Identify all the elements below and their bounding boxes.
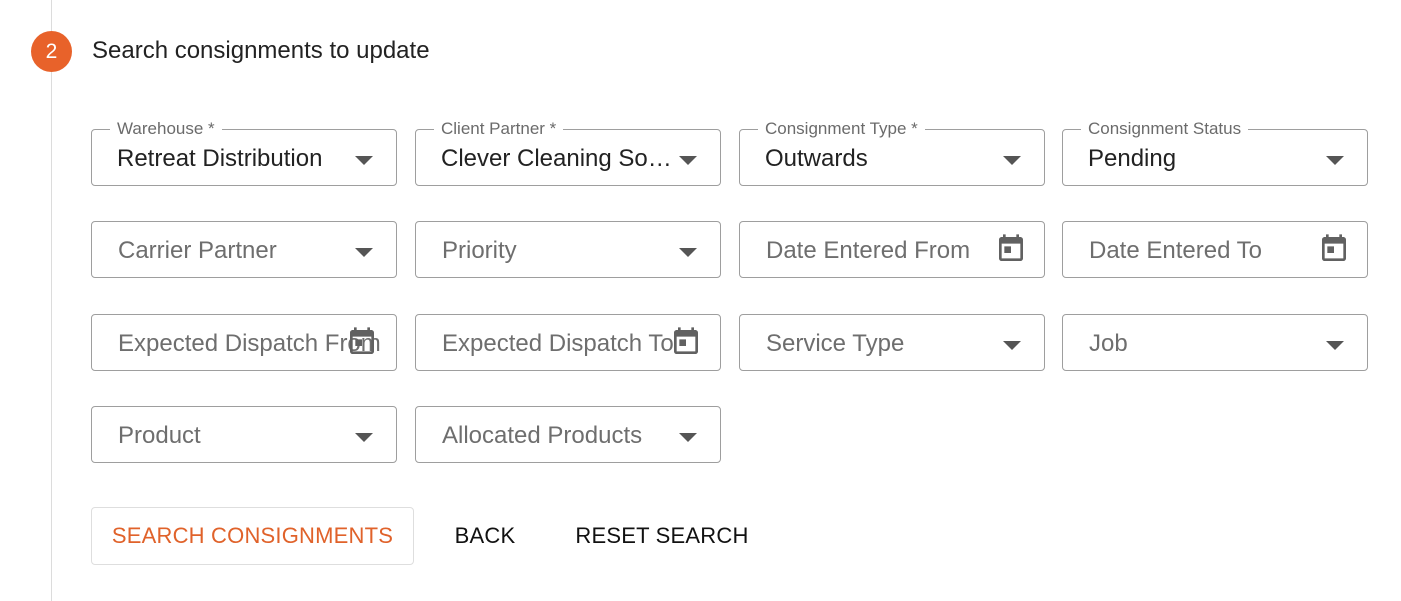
caret-down-icon[interactable]: [1326, 156, 1344, 165]
caret-down-icon[interactable]: [679, 433, 697, 442]
consignment-type-select[interactable]: Consignment Type * Outwards: [739, 119, 1045, 186]
calendar-icon[interactable]: [1318, 233, 1350, 265]
service-type-placeholder: Service Type: [766, 330, 905, 357]
client-partner-select[interactable]: Client Partner * Clever Cleaning Sol...: [415, 119, 721, 186]
consignment-status-label: Consignment Status: [1081, 119, 1249, 139]
calendar-icon[interactable]: [995, 233, 1027, 265]
client-partner-value: Clever Cleaning Sol...: [441, 145, 673, 172]
service-type-select[interactable]: Service Type: [739, 314, 1045, 371]
date-entered-to-placeholder: Date Entered To: [1089, 237, 1263, 264]
caret-down-icon[interactable]: [355, 433, 373, 442]
section-title: Search consignments to update: [92, 37, 430, 64]
job-placeholder: Job: [1089, 330, 1128, 357]
warehouse-select[interactable]: Warehouse * Retreat Distribution: [91, 119, 397, 186]
expected-dispatch-from-input[interactable]: Expected Dispatch From: [91, 314, 397, 371]
expected-dispatch-to-placeholder: Expected Dispatch To: [442, 330, 674, 357]
step-number-badge: 2: [31, 31, 72, 72]
stepper-line: [51, 0, 52, 601]
date-entered-from-input[interactable]: Date Entered From: [739, 221, 1045, 278]
back-button[interactable]: BACK: [432, 507, 538, 565]
carrier-partner-select[interactable]: Carrier Partner: [91, 221, 397, 278]
consignment-type-label: Consignment Type *: [758, 119, 925, 139]
caret-down-icon[interactable]: [355, 248, 373, 257]
product-select[interactable]: Product: [91, 406, 397, 463]
consignment-type-value: Outwards: [765, 145, 868, 172]
expected-dispatch-to-input[interactable]: Expected Dispatch To: [415, 314, 721, 371]
warehouse-label: Warehouse *: [110, 119, 222, 139]
caret-down-icon[interactable]: [679, 156, 697, 165]
warehouse-value: Retreat Distribution: [117, 145, 323, 172]
carrier-partner-placeholder: Carrier Partner: [118, 237, 277, 264]
reset-search-button[interactable]: RESET SEARCH: [558, 507, 766, 565]
client-partner-label: Client Partner *: [434, 119, 564, 139]
expected-dispatch-from-placeholder: Expected Dispatch From: [118, 330, 381, 357]
priority-select[interactable]: Priority: [415, 221, 721, 278]
date-entered-from-placeholder: Date Entered From: [766, 237, 971, 264]
consignment-status-value: Pending: [1088, 145, 1177, 172]
caret-down-icon[interactable]: [1003, 341, 1021, 350]
allocated-products-placeholder: Allocated Products: [442, 422, 643, 449]
allocated-products-select[interactable]: Allocated Products: [415, 406, 721, 463]
priority-placeholder: Priority: [442, 237, 517, 264]
job-select[interactable]: Job: [1062, 314, 1368, 371]
caret-down-icon[interactable]: [1003, 156, 1021, 165]
date-entered-to-input[interactable]: Date Entered To: [1062, 221, 1368, 278]
search-consignments-button[interactable]: SEARCH CONSIGNMENTS: [91, 507, 414, 565]
caret-down-icon[interactable]: [1326, 341, 1344, 350]
caret-down-icon[interactable]: [679, 248, 697, 257]
calendar-icon[interactable]: [670, 326, 702, 358]
consignment-status-select[interactable]: Consignment Status Pending: [1062, 119, 1368, 186]
product-placeholder: Product: [118, 422, 201, 449]
calendar-icon[interactable]: [346, 326, 378, 358]
caret-down-icon[interactable]: [355, 156, 373, 165]
